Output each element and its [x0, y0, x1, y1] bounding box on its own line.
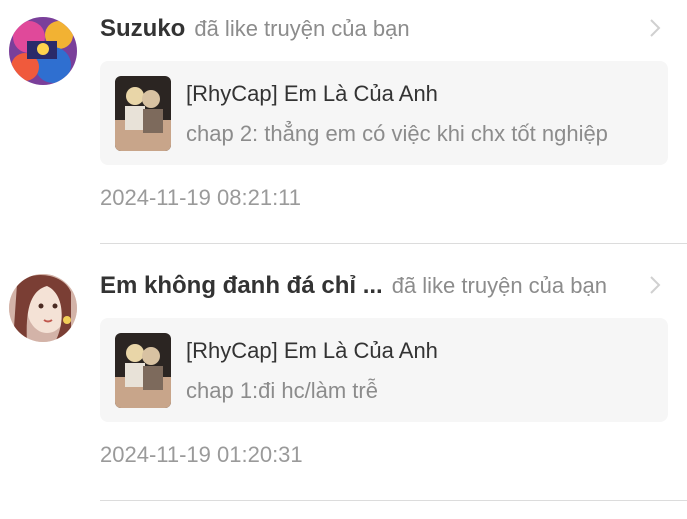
story-cover-icon: [115, 333, 171, 408]
story-title: [RhyCap] Em Là Của Anh: [186, 338, 438, 363]
action-text: đã like truyện của bạn: [194, 16, 410, 41]
story-cover-icon: [115, 76, 171, 151]
username[interactable]: Em không đanh đá chỉ ...: [100, 272, 383, 300]
user-avatar-icon[interactable]: [9, 274, 77, 342]
notification-header: Suzuko đã like truyện của bạn: [100, 9, 410, 49]
action-text: đã like truyện của bạn: [391, 273, 607, 298]
chevron-right-icon[interactable]: [645, 16, 665, 40]
notification-item[interactable]: Suzuko đã like truyện của bạn [RhyCap] E…: [0, 0, 687, 245]
timestamp: 2024-11-19 01:20:31: [100, 442, 303, 467]
user-avatar-icon[interactable]: [9, 17, 77, 85]
story-card[interactable]: [RhyCap] Em Là Của Anh chap 1:đi hc/làm …: [100, 318, 668, 422]
divider: [100, 243, 687, 244]
chapter-title: chap 2: thẳng em có việc khi chx tốt ngh…: [186, 121, 608, 146]
chevron-right-icon[interactable]: [645, 273, 665, 297]
story-card[interactable]: [RhyCap] Em Là Của Anh chap 2: thẳng em …: [100, 61, 668, 165]
timestamp: 2024-11-19 08:21:11: [100, 185, 302, 210]
username[interactable]: Suzuko: [100, 15, 185, 43]
chapter-title: chap 1:đi hc/làm trễ: [186, 378, 378, 403]
notification-header: Em không đanh đá chỉ ... đã like truyện …: [100, 266, 607, 306]
story-title: [RhyCap] Em Là Của Anh: [186, 81, 438, 106]
divider: [100, 500, 687, 501]
notification-item[interactable]: Em không đanh đá chỉ ... đã like truyện …: [0, 245, 687, 519]
